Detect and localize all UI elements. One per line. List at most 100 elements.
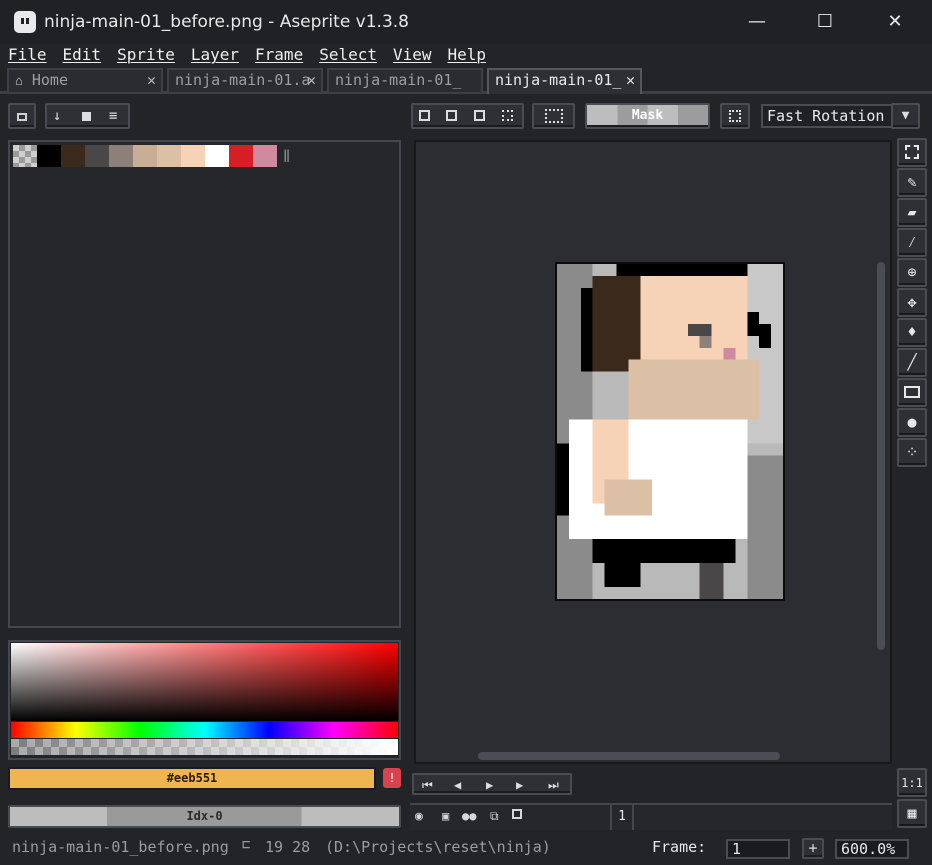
- blur-tool-button[interactable]: ●: [897, 408, 927, 437]
- zoom-field[interactable]: 600.0%: [835, 839, 909, 859]
- tab-label: ninja-main-01_: [335, 71, 462, 89]
- palette-actions-group: ↓ ≡: [45, 103, 130, 129]
- alpha-slider[interactable]: [11, 739, 398, 755]
- rotation-algorithm-select[interactable]: Fast Rotation: [761, 104, 893, 128]
- status-bar: ninja-main-01_before.png ⊏ 19 28 (D:\Pro…: [0, 835, 932, 865]
- fill-tool-button[interactable]: ♦: [897, 318, 927, 347]
- transparency-button[interactable]: [720, 103, 750, 129]
- tab-document-1[interactable]: ninja-main-01.a ✕: [167, 68, 323, 92]
- intersect-selection-icon[interactable]: [502, 110, 513, 121]
- menu-frame[interactable]: Frame: [255, 44, 303, 66]
- palette-menu-icon[interactable]: ≡: [109, 108, 117, 124]
- palette-resize-handle-icon[interactable]: ‖: [283, 148, 290, 162]
- menu-sprite[interactable]: Sprite: [117, 44, 175, 66]
- eyedropper-tool-button[interactable]: ⁄: [897, 228, 927, 257]
- menu-view[interactable]: View: [393, 44, 432, 66]
- status-filename: ninja-main-01_before.png: [12, 838, 229, 856]
- pivot-icon: [544, 109, 563, 123]
- one-to-one-icon: 1:1: [901, 776, 923, 790]
- marquee-tool-button[interactable]: [897, 138, 927, 167]
- pencil-tool-button[interactable]: ✎: [897, 168, 927, 197]
- line-icon: ╱: [907, 353, 917, 371]
- palette-swatch[interactable]: [133, 145, 157, 167]
- eyedropper-icon: ⁄: [907, 233, 917, 251]
- saturation-value-field[interactable]: [11, 643, 398, 721]
- pivot-button[interactable]: [532, 103, 575, 129]
- menu-edit[interactable]: Edit: [63, 44, 102, 66]
- eraser-tool-button[interactable]: ▰: [897, 198, 927, 227]
- onion-skin-icon[interactable]: [512, 809, 522, 819]
- palette-swatch[interactable]: [253, 145, 277, 167]
- menu-bar: File Edit Sprite Layer Frame Select View…: [0, 44, 932, 66]
- horizontal-scrollbar[interactable]: [478, 752, 780, 760]
- visibility-eye-icon[interactable]: ◉: [415, 809, 423, 824]
- line-tool-button[interactable]: ╱: [897, 348, 927, 377]
- palette-swatch[interactable]: [229, 145, 253, 167]
- frame-number-value: 1: [732, 840, 742, 858]
- menu-help[interactable]: Help: [448, 44, 487, 66]
- continuous-icon[interactable]: ●●: [462, 809, 476, 823]
- previous-frame-icon[interactable]: ◀: [454, 777, 461, 793]
- tab-close-icon[interactable]: ✕: [307, 70, 316, 91]
- palette-panel: [8, 140, 401, 628]
- menu-select[interactable]: Select: [319, 44, 377, 66]
- window-title: ninja-main-01_before.png - Aseprite v1.3…: [44, 12, 409, 32]
- film-icon: ▦: [907, 804, 917, 822]
- add-frame-button[interactable]: +: [802, 838, 824, 859]
- minimize-button[interactable]: —: [734, 8, 780, 36]
- tab-close-icon[interactable]: ✕: [147, 70, 156, 91]
- add-selection-icon[interactable]: [446, 110, 457, 121]
- tab-label: ninja-main-01_: [495, 71, 622, 89]
- zoom-value: 600.0%: [841, 840, 896, 858]
- palette-swatch[interactable]: [37, 145, 61, 167]
- maximize-button[interactable]: ☐: [802, 8, 848, 36]
- actual-size-button[interactable]: 1:1: [897, 768, 927, 797]
- replace-selection-icon[interactable]: [419, 110, 430, 121]
- palette-swatch[interactable]: [157, 145, 181, 167]
- sprite-canvas[interactable]: [555, 262, 785, 601]
- palette-swatch[interactable]: [85, 145, 109, 167]
- lock-palette-button[interactable]: [8, 103, 36, 129]
- palette-swatch[interactable]: [205, 145, 229, 167]
- transparent-swatch[interactable]: [13, 145, 37, 167]
- play-icon[interactable]: ▶: [486, 777, 493, 793]
- zoom-tool-button[interactable]: ⊕: [897, 258, 927, 287]
- home-icon: ⌂: [15, 74, 23, 89]
- last-frame-icon[interactable]: ⏭: [548, 777, 559, 793]
- sort-down-icon[interactable]: ↓: [53, 108, 61, 124]
- menu-layer[interactable]: Layer: [191, 44, 239, 66]
- first-frame-icon[interactable]: ⏮: [422, 777, 433, 793]
- tab-close-icon[interactable]: ✕: [626, 70, 635, 91]
- tab-document-2[interactable]: ninja-main-01_: [327, 68, 483, 92]
- lock-icon: [17, 113, 27, 121]
- close-button[interactable]: ✕: [872, 8, 918, 36]
- next-frame-icon[interactable]: ▶: [516, 777, 523, 793]
- frame-number-field[interactable]: 1: [726, 839, 790, 859]
- frame-header-cell[interactable]: 1: [610, 805, 634, 830]
- link-cels-icon[interactable]: ⧉: [490, 809, 499, 824]
- vertical-scrollbar[interactable]: [877, 262, 885, 650]
- rotation-dropdown-button[interactable]: ▼: [891, 103, 920, 129]
- foreground-color-bar[interactable]: #eeb551: [8, 767, 376, 790]
- rectangle-tool-button[interactable]: [897, 378, 927, 407]
- background-color-bar[interactable]: Idx-0: [8, 805, 401, 828]
- tab-home[interactable]: ⌂ Home ✕: [7, 68, 163, 92]
- menu-file[interactable]: File: [8, 44, 47, 66]
- title-bar: ninja-main-01_before.png - Aseprite v1.3…: [0, 0, 932, 44]
- tab-document-active[interactable]: ninja-main-01_ ✕: [487, 68, 642, 94]
- palette-swatch[interactable]: [181, 145, 205, 167]
- mask-color-button[interactable]: Mask: [585, 103, 710, 129]
- palette-swatch[interactable]: [109, 145, 133, 167]
- spray-tool-button[interactable]: ⁘: [897, 438, 927, 467]
- palette-swatch[interactable]: [61, 145, 85, 167]
- tab-label: ninja-main-01.a: [175, 71, 311, 89]
- hue-slider[interactable]: [11, 722, 398, 738]
- color-warning-icon[interactable]: !: [383, 768, 401, 788]
- lock-layer-icon[interactable]: ▣: [442, 809, 449, 823]
- playback-controls: ⏮ ◀ ▶ ▶ ⏭: [412, 773, 572, 795]
- rectangle-marquee-icon: [905, 145, 919, 159]
- timeline-toggle-button[interactable]: ▦: [897, 799, 927, 828]
- move-tool-button[interactable]: ✥: [897, 288, 927, 317]
- new-palette-icon[interactable]: [82, 112, 91, 121]
- subtract-selection-icon[interactable]: [474, 110, 485, 121]
